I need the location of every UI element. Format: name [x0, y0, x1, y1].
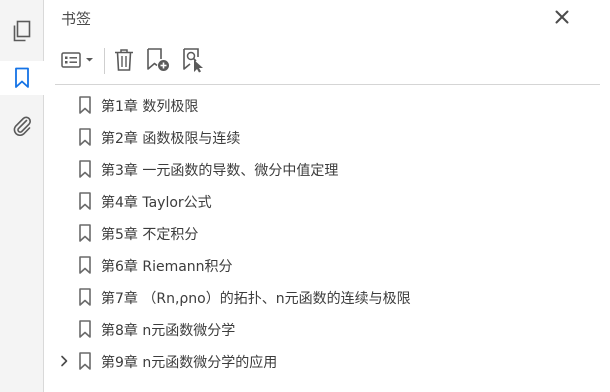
bookmark-icon	[78, 224, 92, 242]
rail-pages-button[interactable]	[0, 14, 44, 48]
close-button[interactable]	[552, 8, 572, 28]
bookmark-icon	[78, 256, 92, 274]
toolbar-divider	[55, 84, 600, 85]
list-options-icon	[60, 50, 98, 74]
trash-icon	[113, 48, 135, 76]
delete-bookmark-button[interactable]	[111, 48, 137, 76]
bookmark-icon	[78, 352, 92, 370]
bookmark-item[interactable]: 第5章 不定积分	[45, 218, 610, 248]
bookmark-add-icon	[145, 47, 171, 77]
toolbar-separator	[104, 48, 105, 74]
rail-attachments-button[interactable]	[0, 108, 44, 142]
bookmark-label: 第7章 （Rn,ρno）的拓扑、n元函数的连续与极限	[101, 291, 411, 307]
close-icon	[555, 9, 569, 28]
bookmark-icon	[78, 192, 92, 210]
bookmark-item[interactable]: 第3章 一元函数的导数、微分中值定理	[45, 154, 610, 184]
bookmark-item[interactable]: 第7章 （Rn,ρno）的拓扑、n元函数的连续与极限	[45, 282, 610, 312]
bookmarks-panel: 书签 第1章 数列极限 第2章 函数极限与连续 第3章 一元函数的导数、微分中值…	[45, 0, 610, 392]
bookmark-icon	[78, 320, 92, 338]
expand-chevron-icon[interactable]	[57, 354, 71, 368]
bookmark-label: 第6章 Riemann积分	[101, 259, 233, 275]
rail-bookmarks-button[interactable]	[0, 61, 44, 95]
bookmark-icon	[14, 67, 30, 89]
bookmark-item[interactable]: 第1章 数列极限	[45, 90, 610, 120]
bookmark-label: 第3章 一元函数的导数、微分中值定理	[101, 163, 339, 179]
panel-title: 书签	[61, 10, 92, 28]
bookmark-label: 第1章 数列极限	[101, 99, 199, 115]
bookmark-label: 第5章 不定积分	[101, 227, 199, 243]
bookmark-label: 第2章 函数极限与连续	[101, 131, 241, 147]
panel-header: 书签	[45, 0, 610, 36]
options-menu-button[interactable]	[59, 48, 99, 76]
bookmark-icon	[78, 96, 92, 114]
bookmark-item[interactable]: 第8章 n元函数微分学	[45, 314, 610, 344]
bookmark-item[interactable]: 第4章 Taylor公式	[45, 186, 610, 216]
bookmark-icon	[78, 160, 92, 178]
new-bookmark-from-structure-button[interactable]	[179, 48, 207, 76]
bookmark-item[interactable]: 第9章 n元函数微分学的应用	[45, 346, 610, 376]
bookmarks-app: 书签 第1章 数列极限 第2章 函数极限与连续 第3章 一元函数的导数、微分中值…	[0, 0, 610, 392]
bookmark-icon	[78, 128, 92, 146]
bookmark-icon	[78, 288, 92, 306]
bookmark-item[interactable]: 第2章 函数极限与连续	[45, 122, 610, 152]
bookmark-label: 第4章 Taylor公式	[101, 195, 212, 211]
bookmark-label: 第8章 n元函数微分学	[101, 323, 236, 339]
pages-icon	[12, 20, 32, 42]
bookmarks-toolbar	[45, 42, 610, 82]
navigation-rail	[0, 0, 44, 392]
paperclip-icon	[11, 114, 33, 136]
bookmark-search-icon	[180, 47, 206, 77]
new-bookmark-button[interactable]	[144, 48, 172, 76]
bookmark-item[interactable]: 第6章 Riemann积分	[45, 250, 610, 280]
bookmark-label: 第9章 n元函数微分学的应用	[101, 355, 278, 371]
